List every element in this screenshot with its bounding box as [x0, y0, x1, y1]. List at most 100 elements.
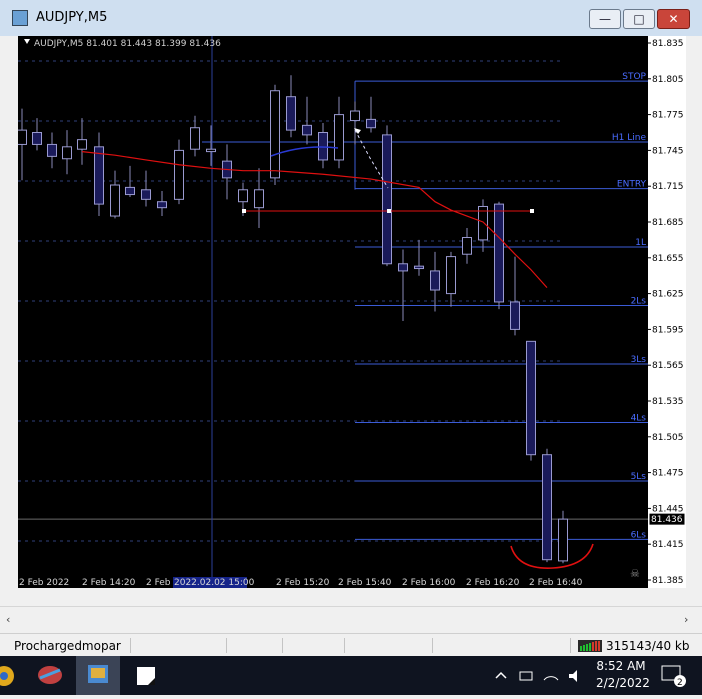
candle — [174, 139, 184, 205]
moving-average-line — [81, 150, 548, 289]
price-tick-label: 81.385 — [652, 576, 684, 586]
candle-body — [110, 184, 120, 217]
candle-body — [414, 265, 424, 270]
chevron-up-icon — [495, 671, 507, 679]
system-tray[interactable] — [494, 668, 594, 684]
candle — [62, 130, 72, 175]
close-button[interactable]: ✕ — [657, 9, 690, 29]
taskbar-app-notes[interactable] — [124, 656, 168, 695]
level-label: 2Ls — [631, 297, 647, 307]
crosshair-time-label: 2022.02.02 15:00 — [174, 578, 255, 588]
taskbar-clock-time[interactable]: 8:52 AM — [596, 659, 646, 673]
window-title: AUDJPY,M5 — [36, 10, 108, 25]
candle — [206, 125, 216, 166]
taskbar-app-chrome[interactable] — [0, 656, 26, 695]
candle-body — [174, 149, 184, 200]
time-tick-label: 2 Feb 15:40 — [338, 578, 392, 588]
candle — [494, 201, 504, 310]
candle — [141, 170, 151, 207]
notification-count: 2 — [677, 678, 683, 688]
candle-body — [286, 96, 296, 131]
app-window-icon — [12, 10, 28, 26]
level-lines[interactable] — [202, 80, 648, 540]
candle-body — [350, 110, 360, 122]
price-tick-label: 81.775 — [652, 111, 684, 121]
notification-center-icon[interactable]: 2 — [660, 664, 688, 688]
candle-body — [238, 189, 248, 203]
candle-body — [47, 143, 57, 157]
price-tick-label: 81.805 — [652, 75, 684, 85]
price-axis-ticks: 81.835 81.805 81.775 81.745 81.715 81.685 81.6… — [648, 39, 684, 586]
candle — [47, 132, 57, 169]
candle-body — [318, 132, 328, 161]
connection-bars-icon — [578, 640, 602, 652]
candlesticks[interactable] — [18, 75, 568, 564]
price-tick-label: 81.595 — [652, 325, 684, 335]
level-label: 5Ls — [631, 472, 647, 482]
candle — [462, 227, 472, 264]
candle-body — [398, 263, 408, 272]
level-label: 3Ls — [631, 355, 647, 365]
maximize-button[interactable]: □ — [623, 9, 655, 29]
scroll-left-arrow-icon[interactable]: ‹ — [6, 613, 10, 626]
price-tick-label: 81.685 — [652, 218, 684, 228]
candle — [157, 190, 167, 217]
time-tick-label: 2 Feb 14:20 — [82, 578, 136, 588]
candle-body — [32, 132, 42, 145]
candle-body — [141, 189, 151, 200]
level-label: 1L — [635, 238, 646, 248]
svg-text:81.436: 81.436 — [651, 515, 683, 525]
taskbar-app-trading[interactable] — [28, 656, 72, 695]
price-tick-label: 81.625 — [652, 290, 684, 300]
candle — [558, 510, 568, 564]
candle-body — [558, 518, 568, 562]
candle — [190, 115, 200, 157]
time-axis: 2 Feb 2022 2 Feb 14:20 2 Feb 2 Feb 15:20 2 F… — [18, 577, 648, 588]
candle-body — [302, 124, 312, 136]
connection-status: 315143/40 kb — [606, 639, 690, 653]
status-divider — [432, 638, 433, 653]
taskbar-clock-date[interactable]: 2/2/2022 — [596, 676, 650, 690]
candle — [254, 168, 264, 228]
price-chart[interactable]: ☠ STOP H1 Line ENTRY 1L 2Ls 3Ls 4Ls 5Ls 6Ls AUDJ… — [18, 36, 648, 588]
candle-body — [510, 301, 520, 330]
chart-canvas[interactable]: ☠ STOP H1 Line ENTRY 1L 2Ls 3Ls 4Ls 5Ls 6Ls AUDJ… — [18, 36, 648, 588]
candle — [350, 101, 360, 145]
candle — [270, 84, 280, 186]
time-tick-label: 2 Feb 16:20 — [466, 578, 520, 588]
candle — [318, 122, 328, 169]
chart-header: AUDJPY,M5 81.401 81.443 81.399 81.436 — [24, 39, 221, 49]
trendline-handle — [530, 209, 534, 213]
candle-body — [62, 146, 72, 160]
status-divider — [130, 638, 131, 653]
current-price-label: 81.436 — [648, 512, 686, 526]
price-tick-label: 81.505 — [652, 433, 684, 443]
header-dropdown-icon — [24, 39, 30, 44]
candle — [286, 75, 296, 138]
window-titlebar[interactable]: AUDJPY,M5 — □ ✕ — [0, 0, 702, 36]
price-axis[interactable]: 81.835 81.805 81.775 81.745 81.715 81.685 81.6… — [648, 36, 686, 588]
minimize-button[interactable]: — — [589, 9, 621, 29]
candle-body — [494, 203, 504, 303]
level-labels: STOP H1 Line ENTRY 1L 2Ls 3Ls 4Ls 5Ls 6Ls — [612, 72, 647, 540]
scroll-right-arrow-icon[interactable]: › — [684, 613, 688, 626]
time-tick-label: 2 Feb 16:40 — [529, 578, 583, 588]
price-tick-label: 81.415 — [652, 540, 684, 550]
candle — [366, 96, 376, 133]
time-tick-label: 2 Feb 15:20 — [276, 578, 330, 588]
status-divider — [282, 638, 283, 653]
taskbar-app-metatrader[interactable] — [76, 656, 120, 695]
candle — [510, 256, 520, 336]
vertical-scroll-area[interactable] — [686, 36, 702, 606]
candle — [382, 125, 392, 267]
candle-body — [206, 148, 216, 153]
candle — [302, 96, 312, 145]
candle — [526, 340, 536, 461]
time-tick-label: 2 Feb 16:00 — [402, 578, 456, 588]
trendline-handle — [242, 209, 246, 213]
price-tick-label: 81.655 — [652, 254, 684, 264]
trade-drawings[interactable]: ☠ — [242, 128, 640, 580]
candle — [18, 108, 27, 181]
horizontal-scrollbar[interactable]: ‹ › — [0, 606, 702, 631]
status-username: Prochargedmopar — [14, 639, 121, 653]
